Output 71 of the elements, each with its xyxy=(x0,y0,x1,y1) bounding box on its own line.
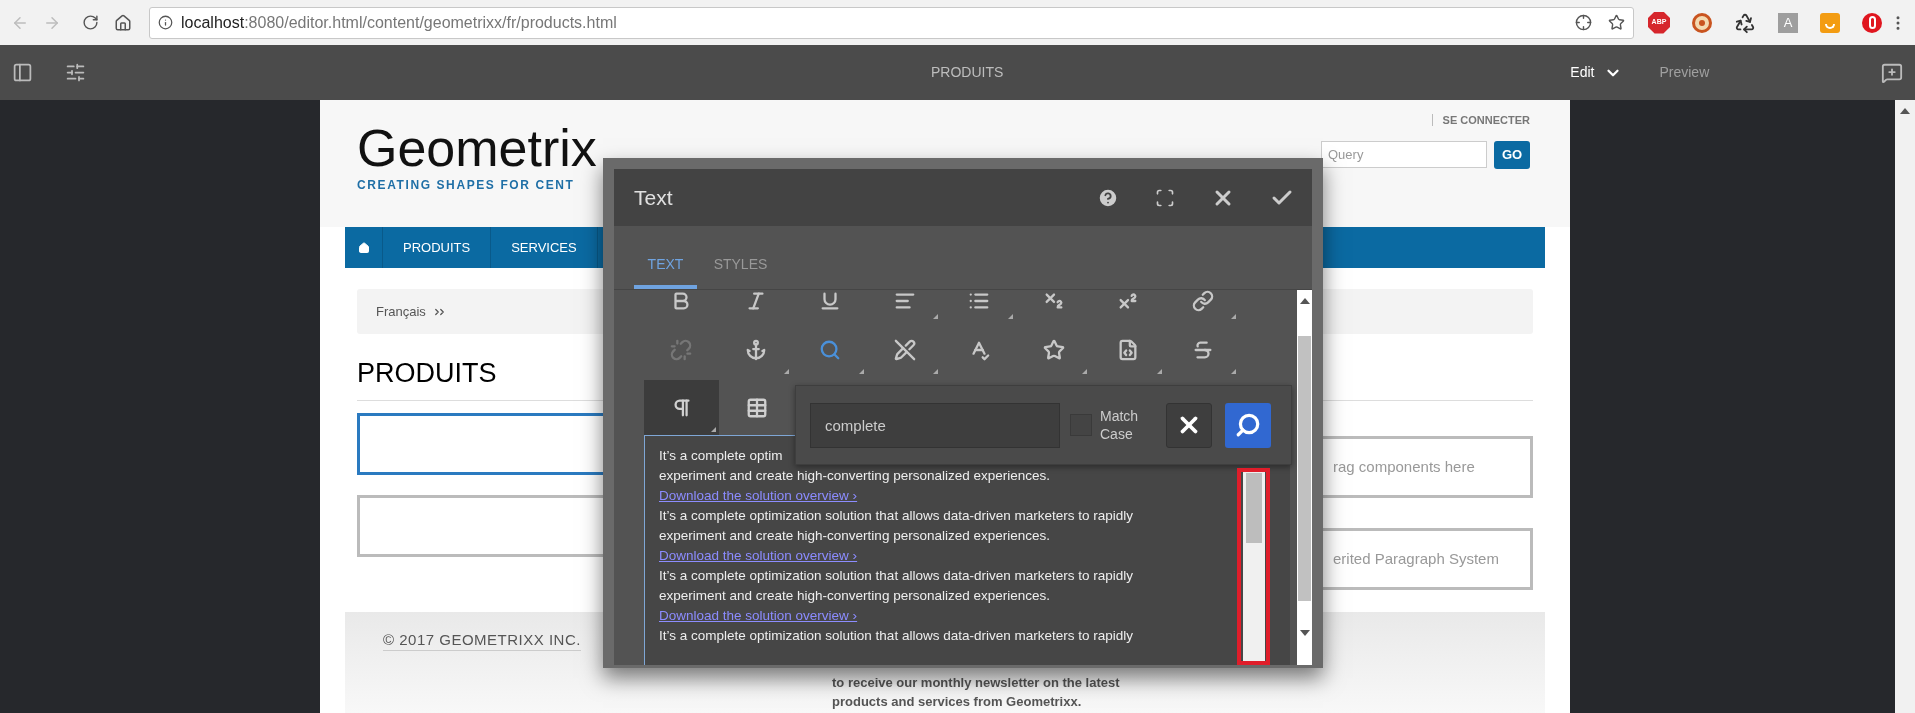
paragraph: It’s a complete optimization solution that allows data-driven marketers to rapidly experiment and create high-converting personalized experiences. Download the solution overview › xyxy=(659,567,1134,625)
fullscreen-icon[interactable] xyxy=(1155,187,1175,208)
download-link[interactable]: Download the solution overview › xyxy=(659,548,858,563)
paragraph: It’s a complete optimization solution that allows data-driven marketers to rapidly experiment and create high-converting personalized experiences. Download the solution overview › xyxy=(659,507,1134,565)
help-icon[interactable] xyxy=(1097,186,1119,209)
search-field[interactable]: Query xyxy=(1321,141,1487,168)
menu-corner-icon xyxy=(1156,369,1162,374)
site-logo[interactable]: Geometrix xyxy=(357,122,597,174)
url-field[interactable]: localhost:8080/editor.html/content/geometrixx/fr/products.html xyxy=(149,6,1634,39)
scroll-up-arrow-icon[interactable] xyxy=(1900,108,1910,114)
opera-icon[interactable] xyxy=(1862,12,1882,33)
menu-corner-icon xyxy=(1231,369,1236,374)
menu-corner-icon xyxy=(1007,314,1013,319)
page-heading: PRODUITS xyxy=(357,357,497,390)
search-icon xyxy=(1235,412,1261,438)
clear-find-button[interactable] xyxy=(1166,402,1212,448)
side-panel-icon[interactable] xyxy=(12,62,33,83)
dialog-tab[interactable]: TEXT xyxy=(634,243,697,289)
go-button[interactable]: GO xyxy=(1494,140,1530,169)
info-icon xyxy=(158,15,173,30)
menu-corner-icon xyxy=(1082,369,1087,374)
unlink-icon xyxy=(670,339,693,361)
text-line: It’s a complete optim xyxy=(659,447,784,465)
preview-button[interactable]: Preview xyxy=(1659,62,1710,83)
align-left-icon xyxy=(893,290,916,312)
paragraph: experiment and create high-converting personalized experiences. Download the solution overview › xyxy=(659,467,1051,505)
scroll-up-arrow-icon[interactable] xyxy=(1299,298,1310,304)
recycle-icon[interactable] xyxy=(1734,11,1756,34)
menu-corner-icon xyxy=(858,369,864,374)
url-text: localhost:8080/editor.html/content/geometrixx/fr/products.html xyxy=(181,12,617,33)
breadcrumb-link[interactable]: Français xyxy=(376,301,426,322)
mode-dropdown[interactable]: Edit xyxy=(1570,62,1623,83)
find-input[interactable]: complete xyxy=(810,402,1060,448)
subscript-icon xyxy=(1042,290,1065,312)
page-scrollbar[interactable] xyxy=(1895,100,1915,713)
match-case-label: Match Case xyxy=(1100,407,1140,443)
menu-corner-icon xyxy=(784,369,789,374)
link-icon xyxy=(1191,290,1214,312)
download-link[interactable]: Download the solution overview › xyxy=(659,608,858,623)
anchor-icon xyxy=(744,339,767,361)
extension-icon[interactable] xyxy=(1692,12,1712,33)
paragraph: It’s a complete optimization solution that allows data-driven marketers to rapidly xyxy=(659,627,1134,645)
home-icon[interactable] xyxy=(114,13,132,32)
nav-item[interactable]: PRODUITS xyxy=(383,227,492,268)
extension-icon[interactable]: A xyxy=(1778,12,1798,33)
list-icon xyxy=(968,290,991,312)
sliders-icon[interactable] xyxy=(65,62,86,83)
bookmark-star-icon[interactable] xyxy=(1608,14,1625,31)
dialog-title: Text xyxy=(634,184,673,211)
find-button[interactable] xyxy=(1225,402,1271,448)
format-button[interactable] xyxy=(644,380,719,435)
download-link[interactable]: Download the solution overview › xyxy=(659,488,858,503)
page-title: PRODUITS xyxy=(931,63,1004,82)
menu-corner-icon xyxy=(933,369,938,374)
dialog-scrollbar[interactable] xyxy=(1297,290,1312,665)
menu-corner-icon xyxy=(933,314,938,319)
pen-slash-icon xyxy=(893,339,916,361)
login-link[interactable]: SE CONNECTER xyxy=(1442,112,1530,129)
star-icon xyxy=(1042,339,1065,361)
dialog-tab[interactable]: STYLES xyxy=(709,243,772,289)
nav-item[interactable]: SERVICES xyxy=(491,227,598,268)
newsletter-text: to receive our monthly newsletter on the latest products and services from Geometrixx. xyxy=(832,674,1121,711)
annotation-icon[interactable] xyxy=(1881,61,1903,84)
copyright-text: © 2017 GEOMETRIXX INC. xyxy=(383,631,581,651)
site-tagline: CREATING SHAPES FOR CENT xyxy=(357,177,576,194)
location-icon[interactable] xyxy=(1575,14,1592,31)
home-icon xyxy=(357,241,370,254)
search-icon xyxy=(819,339,842,361)
reload-icon[interactable] xyxy=(82,14,99,31)
menu-corner-icon xyxy=(1231,314,1236,319)
table-icon xyxy=(745,396,768,419)
